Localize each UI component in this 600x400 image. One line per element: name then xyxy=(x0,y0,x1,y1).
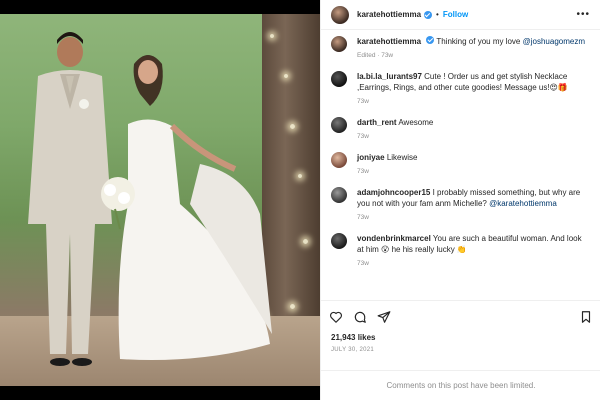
separator-dot: • xyxy=(436,10,439,19)
comment-item: darth_rent Awesome 73w xyxy=(331,117,590,142)
comments-list[interactable]: karatehottiemma Thinking of you my love … xyxy=(321,30,600,298)
author-username[interactable]: karatehottiemma xyxy=(357,10,421,19)
comment-text: Likewise xyxy=(386,153,418,162)
post-sidebar: karatehottiemma • Follow ••• karatehotti… xyxy=(320,0,600,400)
comment-icon[interactable] xyxy=(353,310,367,324)
commenter-username[interactable]: vondenbrinkmarcel xyxy=(357,234,431,243)
comment-time: 73w xyxy=(357,98,369,105)
instagram-post: karatehottiemma • Follow ••• karatehotti… xyxy=(0,0,600,400)
comment-time: 73w xyxy=(357,214,369,221)
more-options-icon[interactable]: ••• xyxy=(576,9,590,20)
commenter-username[interactable]: adamjohncooper15 xyxy=(357,188,430,197)
comment-item: adamjohncooper15 I probably missed somet… xyxy=(331,187,590,223)
heart-icon[interactable] xyxy=(329,310,343,324)
commenter-avatar[interactable] xyxy=(331,71,347,87)
commenter-avatar[interactable] xyxy=(331,233,347,249)
post-photo[interactable] xyxy=(0,0,320,400)
comment-item: joniyae Likewise 73w xyxy=(331,152,590,177)
likes-count[interactable]: 21,943 likes xyxy=(331,333,375,342)
wedding-photo xyxy=(0,14,320,386)
comment-mention-link[interactable]: @karatehottiemma xyxy=(489,199,557,208)
follow-button[interactable]: Follow xyxy=(443,10,468,19)
caption-author-avatar[interactable] xyxy=(331,36,347,52)
verified-badge-icon xyxy=(426,36,435,44)
commenter-avatar[interactable] xyxy=(331,152,347,168)
comment-time: 73w xyxy=(357,260,369,267)
commenter-avatar[interactable] xyxy=(331,187,347,203)
commenter-avatar[interactable] xyxy=(331,117,347,133)
comment-time: 73w xyxy=(357,168,369,175)
caption-meta: Edited · 73w xyxy=(357,52,394,59)
post-date: JULY 30, 2021 xyxy=(331,347,375,353)
commenter-username[interactable]: joniyae xyxy=(357,153,385,162)
commenter-username[interactable]: la.bi.la_lurants97 xyxy=(357,72,422,81)
comments-limited-notice: Comments on this post have been limited. xyxy=(321,370,600,400)
caption-text: Thinking of you my love xyxy=(436,37,521,46)
share-icon[interactable] xyxy=(377,310,391,324)
post-actions-bar xyxy=(321,300,600,332)
comment-item: la.bi.la_lurants97 Cute ! Order us and g… xyxy=(331,71,590,107)
bookmark-icon[interactable] xyxy=(579,310,593,324)
caption-mention-link[interactable]: @joshuagomezm xyxy=(523,37,585,46)
couple-illustration xyxy=(28,32,272,366)
comment-time: 73w xyxy=(357,133,369,140)
author-avatar[interactable] xyxy=(331,5,349,24)
comment-item: vondenbrinkmarcel You are such a beautif… xyxy=(331,233,590,269)
caption-username[interactable]: karatehottiemma xyxy=(357,37,421,46)
comment-text: Awesome xyxy=(398,118,434,127)
commenter-username[interactable]: darth_rent xyxy=(357,118,397,127)
post-header: karatehottiemma • Follow ••• xyxy=(321,0,600,30)
verified-badge-icon xyxy=(424,10,433,19)
post-caption: karatehottiemma Thinking of you my love … xyxy=(331,36,590,61)
